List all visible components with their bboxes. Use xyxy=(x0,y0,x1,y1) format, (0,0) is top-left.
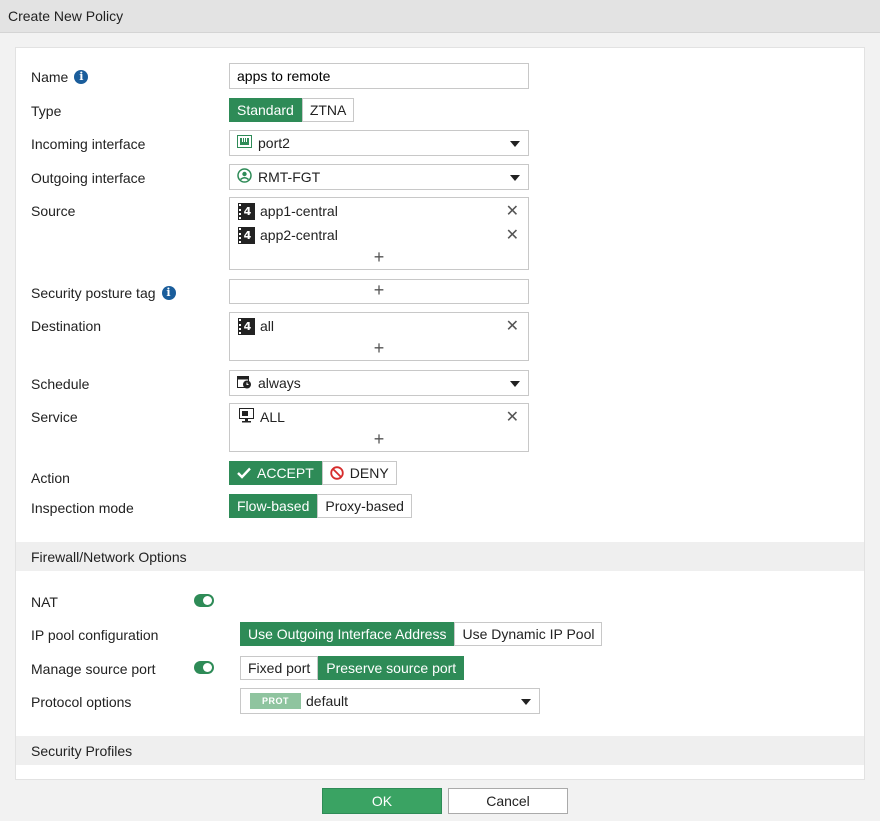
deny-label: DENY xyxy=(349,465,389,481)
name-label: Name xyxy=(31,69,69,85)
ippool-label: IP pool configuration xyxy=(31,627,159,643)
srcport-toggle[interactable] xyxy=(194,661,214,674)
incoming-interface-value: port2 xyxy=(258,135,290,151)
service-monitor-icon xyxy=(239,408,254,426)
destination-label: Destination xyxy=(31,318,102,334)
inspection-toggle: Flow-based Proxy-based xyxy=(229,494,412,518)
plus-icon[interactable]: + xyxy=(230,280,528,302)
ok-button[interactable]: OK xyxy=(322,788,442,814)
checkmark-icon xyxy=(237,467,251,479)
schedule-select[interactable]: always xyxy=(229,370,529,396)
accept-button[interactable]: ACCEPT xyxy=(229,461,322,485)
close-icon[interactable]: ✕ xyxy=(506,316,519,336)
name-input[interactable] xyxy=(229,63,529,89)
protocol-label: Protocol options xyxy=(31,694,132,710)
policy-form-panel: Name i Type Standard ZTNA Incoming inter… xyxy=(15,47,865,780)
window-title: Create New Policy xyxy=(0,0,880,33)
chevron-down-icon xyxy=(510,175,520,181)
action-label: Action xyxy=(31,470,70,486)
nat-toggle[interactable] xyxy=(194,594,214,607)
incoming-interface-label: Incoming interface xyxy=(31,136,146,152)
nat-label: NAT xyxy=(31,594,58,610)
protocol-options-select[interactable]: PROT default xyxy=(240,688,540,714)
srcport-label: Manage source port xyxy=(31,661,156,677)
fixed-port-button[interactable]: Fixed port xyxy=(240,656,319,680)
service-field: ALL ✕ + xyxy=(229,403,529,452)
proxy-based-button[interactable]: Proxy-based xyxy=(317,494,412,518)
service-item-label: ALL xyxy=(260,409,285,425)
source-item: 4 app2-central ✕ xyxy=(230,223,528,247)
plus-icon[interactable]: + xyxy=(230,338,528,360)
posture-field[interactable]: + xyxy=(229,279,529,304)
port-interface-icon xyxy=(237,135,252,151)
firewall-section-header: Firewall/Network Options xyxy=(16,542,864,571)
source-item-label: app2-central xyxy=(260,227,338,243)
type-label: Type xyxy=(31,103,62,119)
schedule-label: Schedule xyxy=(31,376,90,392)
schedule-clock-icon xyxy=(237,375,252,392)
source-field: 4 app1-central ✕ 4 app2-central ✕ + xyxy=(229,197,529,270)
protocol-value: default xyxy=(306,693,349,709)
outgoing-interface-select[interactable]: RMT-FGT xyxy=(229,164,529,190)
source-item-label: app1-central xyxy=(260,203,338,219)
accept-label: ACCEPT xyxy=(257,465,314,481)
name-label-row: Name i xyxy=(31,66,89,88)
use-outgoing-interface-button[interactable]: Use Outgoing Interface Address xyxy=(240,622,455,646)
chevron-down-icon xyxy=(510,141,520,147)
info-icon[interactable]: i xyxy=(161,286,176,300)
action-toggle: ACCEPT DENY xyxy=(229,461,397,485)
address-ipv4-icon: 4 xyxy=(238,202,255,220)
service-label: Service xyxy=(31,409,78,425)
outgoing-interface-label: Outgoing interface xyxy=(31,170,146,186)
preserve-source-port-button[interactable]: Preserve source port xyxy=(318,656,465,680)
outgoing-interface-value: RMT-FGT xyxy=(258,169,321,185)
destination-item-label: all xyxy=(260,318,275,334)
type-toggle: Standard ZTNA xyxy=(229,98,355,122)
prot-badge: PROT xyxy=(250,693,302,709)
posture-label: Security posture tag xyxy=(31,285,156,301)
incoming-interface-select[interactable]: port2 xyxy=(229,130,529,156)
deny-icon xyxy=(330,466,344,480)
flow-based-button[interactable]: Flow-based xyxy=(229,494,318,518)
source-item: 4 app1-central ✕ xyxy=(230,199,528,223)
type-standard-button[interactable]: Standard xyxy=(229,98,302,122)
deny-button[interactable]: DENY xyxy=(321,461,397,485)
security-section-header: Security Profiles xyxy=(16,736,864,765)
schedule-value: always xyxy=(258,375,301,391)
posture-label-row: Security posture tag i xyxy=(31,282,176,304)
tunnel-interface-icon xyxy=(237,168,252,186)
close-icon[interactable]: ✕ xyxy=(506,201,519,221)
service-item: ALL ✕ xyxy=(230,405,528,429)
inspection-label: Inspection mode xyxy=(31,500,134,516)
cancel-button[interactable]: Cancel xyxy=(448,788,568,814)
source-label: Source xyxy=(31,203,76,219)
destination-field: 4 all ✕ + xyxy=(229,312,529,361)
use-dynamic-ip-pool-button[interactable]: Use Dynamic IP Pool xyxy=(454,622,603,646)
plus-icon[interactable]: + xyxy=(230,429,528,451)
chevron-down-icon xyxy=(510,381,520,387)
destination-item: 4 all ✕ xyxy=(230,314,528,338)
address-ipv4-icon: 4 xyxy=(238,226,255,244)
chevron-down-icon xyxy=(521,699,531,705)
ippool-toggle: Use Outgoing Interface Address Use Dynam… xyxy=(240,622,603,646)
srcport-mode-toggle: Fixed port Preserve source port xyxy=(240,656,465,680)
close-icon[interactable]: ✕ xyxy=(506,225,519,245)
type-ztna-button[interactable]: ZTNA xyxy=(301,98,355,122)
close-icon[interactable]: ✕ xyxy=(506,407,519,427)
info-icon[interactable]: i xyxy=(74,70,89,84)
address-ipv4-icon: 4 xyxy=(238,317,255,335)
plus-icon[interactable]: + xyxy=(230,247,528,269)
